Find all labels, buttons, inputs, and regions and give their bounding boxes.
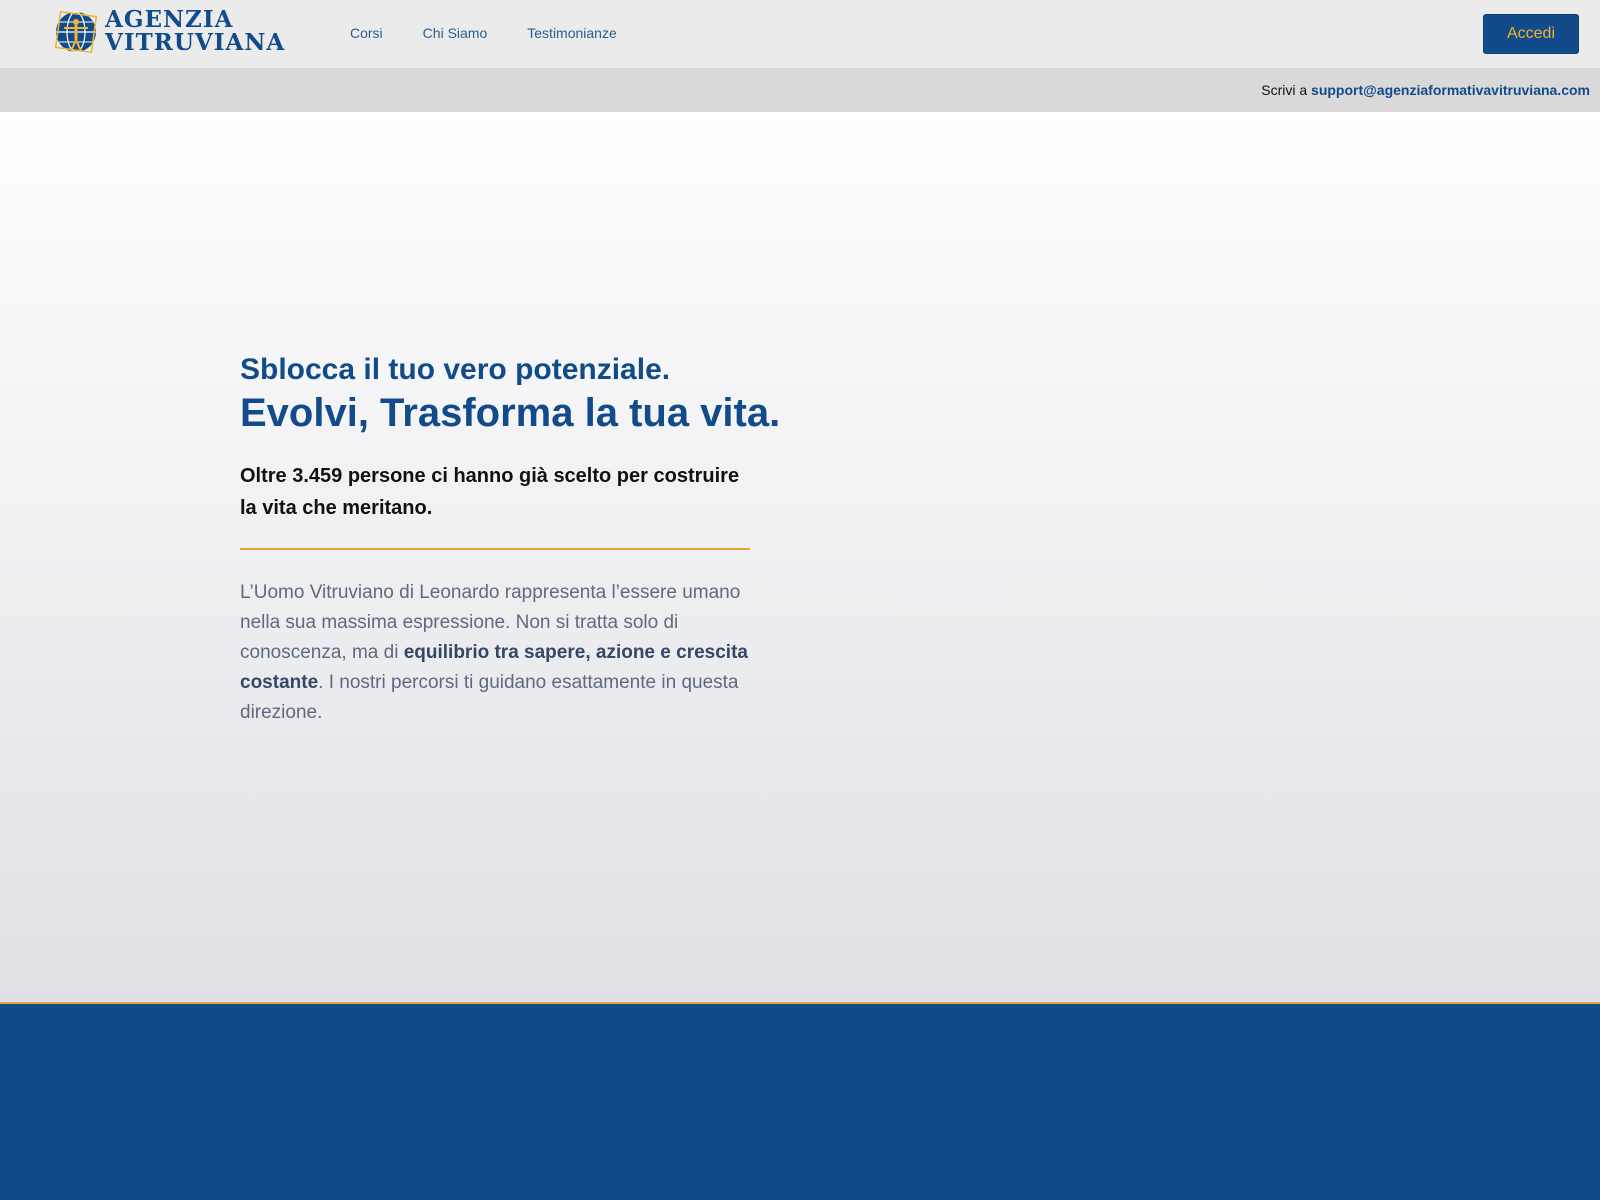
support-prefix: Scrivi a	[1261, 82, 1308, 98]
vitruvian-globe-icon	[54, 10, 98, 54]
support-text: Scrivi a support@agenziaformativavitruvi…	[1261, 82, 1590, 98]
nav-link-corsi[interactable]: Corsi	[350, 24, 383, 42]
blue-section	[0, 1002, 1600, 1200]
hero-body-text: L’Uomo Vitruviano di Leonardo rappresent…	[240, 578, 755, 728]
login-button[interactable]: Accedi	[1483, 14, 1579, 54]
logo-wordmark: AGENZIA VITRUVIANA	[105, 8, 285, 54]
logo-line-1: AGENZIA	[105, 6, 234, 33]
logo-link[interactable]: AGENZIA VITRUVIANA	[52, 6, 285, 58]
hero-content: Sblocca il tuo vero potenziale. Evolvi, …	[240, 352, 781, 728]
hero-section: Sblocca il tuo vero potenziale. Evolvi, …	[0, 112, 1600, 1002]
nav-link-chi-siamo[interactable]: Chi Siamo	[423, 24, 488, 42]
nav-link-testimonianze[interactable]: Testimonianze	[527, 24, 617, 42]
hero-title-line-1: Sblocca il tuo vero potenziale.	[240, 353, 671, 386]
hero-title-line-2: Evolvi, Trasforma la tua vita.	[240, 391, 781, 435]
support-email-link[interactable]: support@agenziaformativavitruviana.com	[1311, 82, 1590, 98]
logo-line-2: VITRUVIANA	[105, 29, 286, 56]
main-nav: Corsi Chi Siamo Testimonianze	[350, 24, 657, 42]
site-header: AGENZIA VITRUVIANA Corsi Chi Siamo Testi…	[0, 0, 1600, 68]
support-bar: Scrivi a support@agenziaformativavitruvi…	[0, 68, 1600, 112]
hero-divider	[240, 548, 750, 550]
hero-lead: Oltre 3.459 persone ci hanno già scelto …	[240, 465, 740, 519]
